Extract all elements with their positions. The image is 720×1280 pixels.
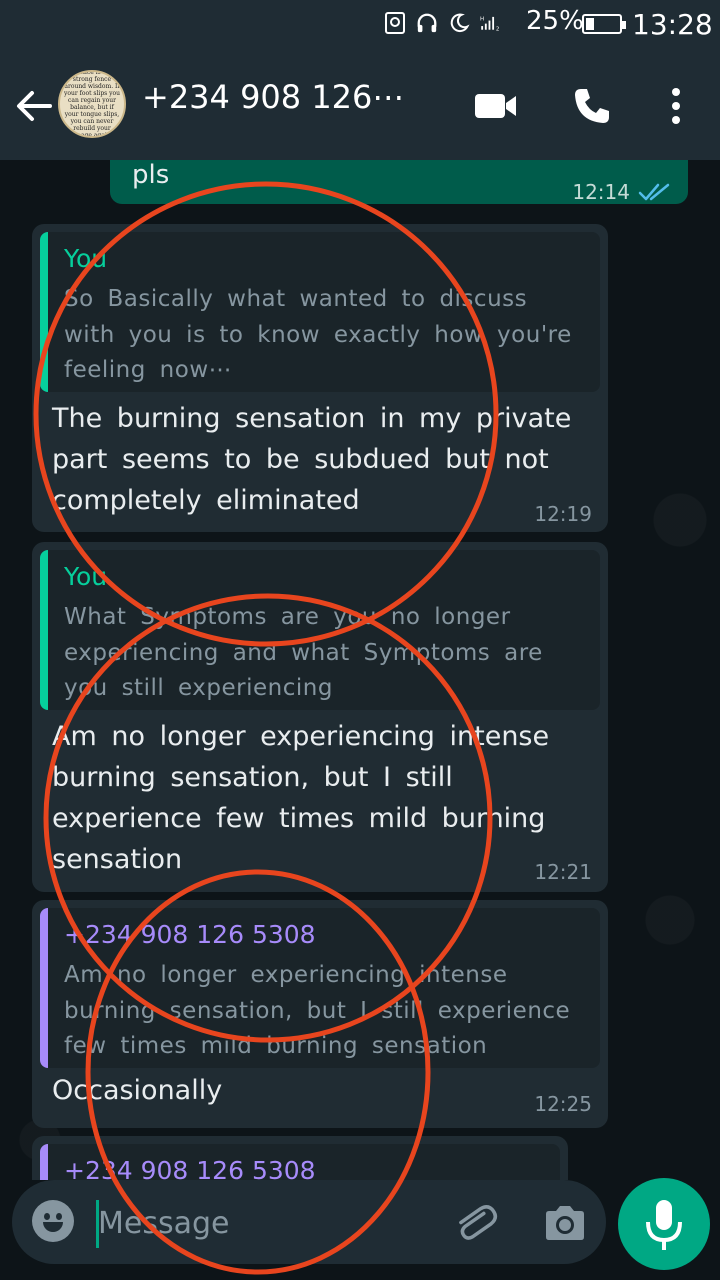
headphones-icon: [416, 10, 438, 36]
chat-area[interactable]: pls 12:14 You So Basically what wanted t…: [0, 160, 720, 1180]
phone-icon: [575, 89, 609, 123]
contact-name[interactable]: +234 908 126⋯: [142, 78, 404, 116]
more-options-icon: [672, 88, 680, 124]
video-call-button[interactable]: [474, 90, 518, 122]
message-text: pls: [132, 160, 170, 190]
quote-accent-bar: [40, 1144, 48, 1180]
message-time: 12:21: [534, 860, 592, 884]
message-input[interactable]: [98, 1198, 398, 1248]
more-options-button[interactable]: [666, 84, 686, 128]
mic-icon: [646, 1200, 682, 1250]
message-time: 12:25: [534, 1092, 592, 1116]
outgoing-message[interactable]: pls 12:14: [110, 160, 688, 204]
avatar-quote-text: Silence is the strong fence around wisdo…: [64, 70, 121, 138]
signal-icon: H2: [480, 10, 502, 36]
quoted-message[interactable]: You What Symptoms are you no longer expe…: [40, 550, 600, 710]
quote-accent-bar: [40, 908, 48, 1068]
quoted-message[interactable]: +234 908 126 5308: [40, 1144, 560, 1180]
quote-author: You: [64, 244, 108, 273]
incoming-message[interactable]: You What Symptoms are you no longer expe…: [32, 542, 608, 892]
quote-accent-bar: [40, 232, 48, 392]
quote-author: +234 908 126 5308: [64, 920, 316, 949]
quote-text: What Symptoms are you no longer experien…: [64, 604, 543, 701]
clock: 13:28: [632, 8, 713, 41]
back-button[interactable]: [14, 86, 54, 126]
battery-icon: [582, 14, 626, 34]
quote-author: +234 908 126 5308: [64, 1156, 316, 1180]
quote-text: So Basically what wanted to discuss with…: [64, 286, 572, 383]
message-text: Am no longer experiencing intense burnin…: [52, 721, 550, 875]
svg-text:2: 2: [496, 26, 500, 32]
back-arrow-icon: [17, 91, 52, 121]
message-time: 12:19: [534, 502, 592, 526]
incoming-message[interactable]: +234 908 126 5308: [32, 1136, 568, 1180]
incoming-message[interactable]: You So Basically what wanted to discuss …: [32, 224, 608, 532]
camera-button[interactable]: [542, 1202, 588, 1244]
moon-icon: [448, 10, 470, 36]
screenshot-icon: [384, 10, 406, 36]
attach-button[interactable]: [452, 1200, 498, 1246]
quoted-message[interactable]: +234 908 126 5308 Am no longer experienc…: [40, 908, 600, 1068]
quote-text: Am no longer experiencing intense burnin…: [64, 962, 571, 1059]
attach-icon: [459, 1205, 498, 1240]
svg-text:H: H: [480, 17, 484, 23]
quote-author: You: [64, 562, 108, 591]
quoted-message[interactable]: You So Basically what wanted to discuss …: [40, 232, 600, 392]
camera-icon: [546, 1206, 584, 1240]
emoji-button[interactable]: [32, 1200, 74, 1242]
quote-accent-bar: [40, 550, 48, 710]
battery-percent: 25%: [526, 6, 584, 36]
video-call-icon: [475, 94, 516, 118]
message-text: Occasionally: [52, 1075, 223, 1106]
avatar[interactable]: Silence is the strong fence around wisdo…: [58, 70, 126, 138]
voice-record-button[interactable]: [618, 1178, 710, 1270]
read-receipt-icon: [638, 183, 670, 201]
message-text: The burning sensation in my private part…: [52, 403, 572, 516]
incoming-message[interactable]: +234 908 126 5308 Am no longer experienc…: [32, 900, 608, 1128]
voice-call-button[interactable]: [572, 86, 612, 126]
chat-header: Silence is the strong fence around wisdo…: [0, 50, 720, 160]
message-composer: [12, 1180, 606, 1264]
message-time: 12:14: [572, 180, 630, 204]
status-bar: H2 25% 13:28: [0, 0, 720, 50]
